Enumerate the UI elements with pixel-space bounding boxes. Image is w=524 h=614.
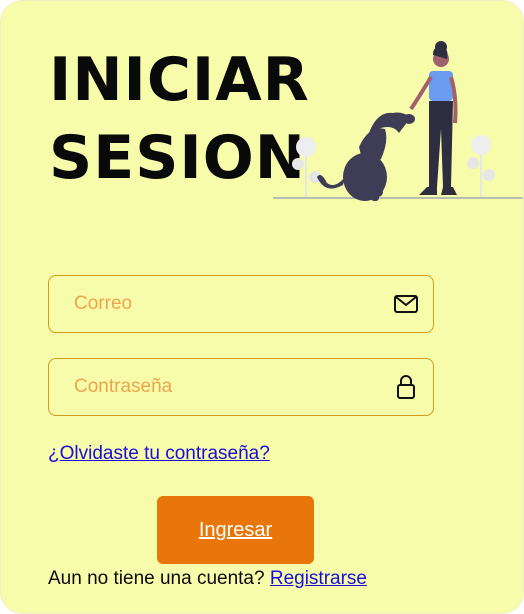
- lock-icon: [397, 375, 415, 399]
- title-line-2: SESION: [49, 123, 306, 193]
- woman-and-dog-illustration: [273, 41, 523, 201]
- page-title: INICIAR SESION: [49, 41, 310, 197]
- dog-figure: [317, 112, 415, 201]
- password-input[interactable]: [49, 359, 433, 415]
- register-link[interactable]: Registrarse: [270, 568, 367, 589]
- email-input[interactable]: [49, 276, 433, 332]
- flower-right: [467, 135, 495, 197]
- woman-figure: [409, 41, 458, 195]
- email-field-container: [48, 275, 434, 333]
- register-prompt: Aun no tiene una cuenta? Registrarse: [48, 568, 367, 590]
- envelope-icon: [394, 295, 418, 313]
- forgot-password-link[interactable]: ¿Olvidaste tu contraseña?: [48, 443, 270, 465]
- flower-left: [292, 137, 321, 197]
- password-field-container: [48, 358, 434, 416]
- login-button[interactable]: Ingresar: [157, 496, 314, 564]
- login-card: INICIAR SESION Correo ¿Olvidaste tu cont…: [0, 0, 524, 614]
- title-line-1: INICIAR: [49, 45, 310, 115]
- register-prompt-text: Aun no tiene una cuenta?: [48, 568, 265, 589]
